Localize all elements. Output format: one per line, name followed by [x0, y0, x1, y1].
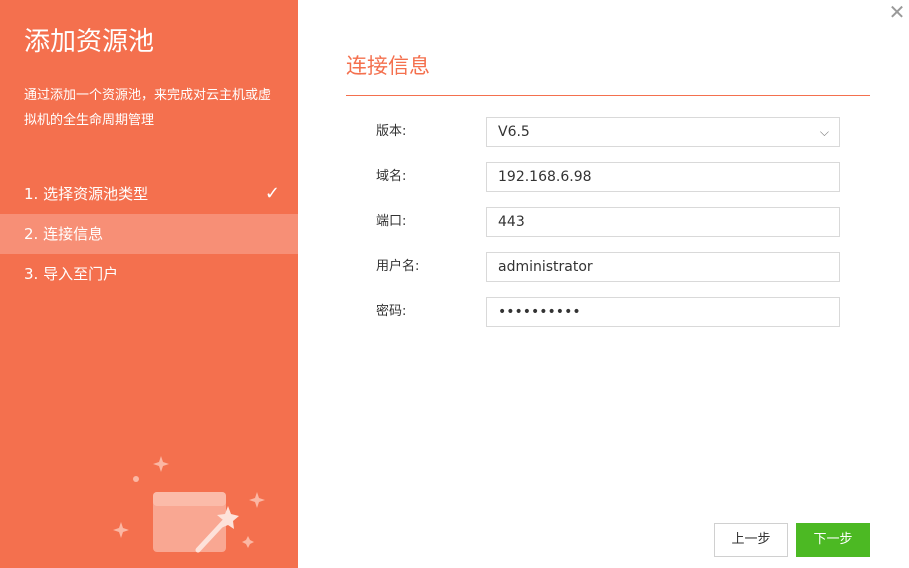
next-step-button[interactable]: 下一步 [796, 523, 870, 557]
username-input[interactable] [486, 252, 840, 282]
domain-label: 域名: [376, 169, 407, 184]
step-label: 2. 连接信息 [24, 225, 104, 243]
step-import-portal[interactable]: 3. 导入至门户 [0, 254, 298, 294]
prev-step-button[interactable]: 上一步 [714, 523, 788, 557]
sidebar: 添加资源池 通过添加一个资源池，来完成对云主机或虚拟机的全生命周期管理 1. 选… [0, 0, 298, 568]
close-icon[interactable]: ✕ [888, 2, 906, 22]
step-select-pool-type[interactable]: 1. 选择资源池类型 ✓ [0, 174, 298, 214]
magic-wand-card-illustration [113, 456, 265, 553]
password-input[interactable] [486, 297, 840, 327]
password-label: 密码: [376, 304, 407, 319]
wizard-description: 通过添加一个资源池，来完成对云主机或虚拟机的全生命周期管理 [24, 88, 272, 128]
version-value: V6.5 [498, 124, 530, 140]
section-title: 连接信息 [346, 54, 430, 78]
wizard-title: 添加资源池 [24, 27, 155, 57]
check-icon: ✓ [264, 183, 280, 204]
port-input[interactable] [486, 207, 840, 237]
step-connection-info[interactable]: 2. 连接信息 [0, 214, 298, 254]
version-select[interactable]: V6.5 ⌵ [486, 117, 840, 147]
username-label: 用户名: [376, 259, 420, 274]
step-label: 3. 导入至门户 [24, 265, 119, 283]
step-label: 1. 选择资源池类型 [24, 185, 149, 203]
chevron-down-icon: ⌵ [819, 125, 829, 139]
divider [346, 95, 870, 96]
version-label: 版本: [376, 124, 407, 139]
domain-input[interactable] [486, 162, 840, 192]
port-label: 端口: [376, 214, 407, 229]
